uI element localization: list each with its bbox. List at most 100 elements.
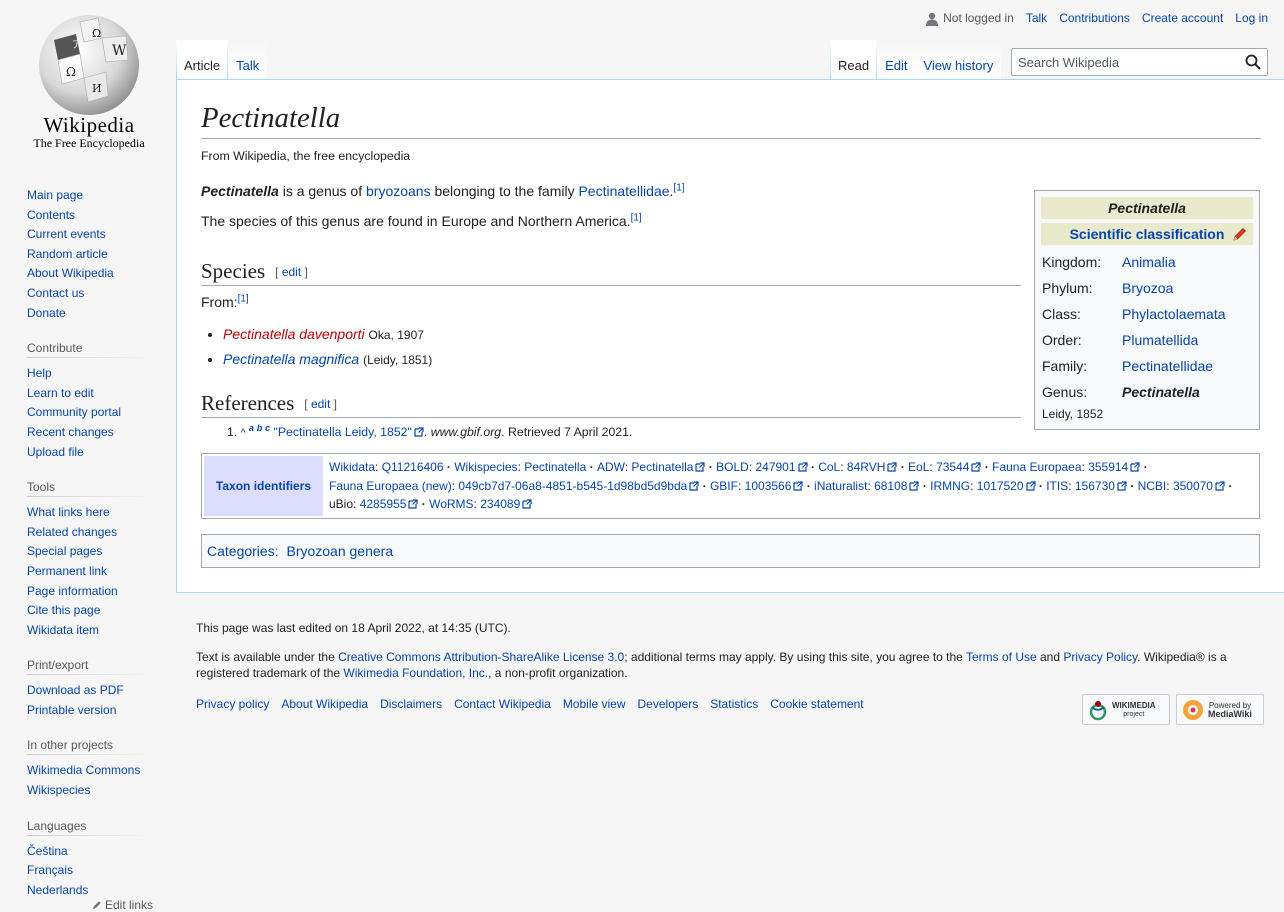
- tab-talk-label[interactable]: Talk: [236, 58, 259, 73]
- taxon-link-class[interactable]: Phylactolaemata: [1122, 306, 1226, 322]
- taxon-link-phylum[interactable]: Bryozoa: [1122, 280, 1173, 296]
- sidebar-item-learn-to-edit[interactable]: Learn to edit: [27, 386, 94, 400]
- edit-pencil-icon[interactable]: [1233, 227, 1247, 241]
- sidebar-item-about-wikipedia[interactable]: About Wikipedia: [27, 266, 114, 280]
- identifier-value-link[interactable]: 84RVH: [847, 460, 885, 474]
- language-link-czech[interactable]: Čeština: [27, 844, 68, 858]
- identifier-value-link[interactable]: 1003566: [745, 479, 792, 493]
- identifier-value-link[interactable]: 73544: [936, 460, 969, 474]
- identifier-source-link[interactable]: ITIS: [1046, 479, 1068, 493]
- categories-label[interactable]: Categories: [207, 543, 275, 559]
- identifier-value-link[interactable]: Pectinatella: [631, 460, 693, 474]
- sidebar-item-recent-changes[interactable]: Recent changes: [27, 425, 114, 439]
- personal-contributions-link[interactable]: Contributions: [1059, 11, 1130, 25]
- privacy-policy-inline-link[interactable]: Privacy Policy: [1063, 650, 1137, 664]
- identifier-source-link[interactable]: uBio: [329, 497, 353, 511]
- navbox-group-label[interactable]: Taxon identifiers: [204, 456, 323, 516]
- search-input[interactable]: [1012, 49, 1232, 75]
- personal-talk-link[interactable]: Talk: [1026, 11, 1047, 25]
- link-bryozoans[interactable]: bryozoans: [366, 183, 431, 199]
- wikimedia-foundation-link[interactable]: Wikimedia Foundation, Inc.: [343, 666, 488, 680]
- sidebar-item-contact-us[interactable]: Contact us: [27, 286, 84, 300]
- footer-link-cookie-statement[interactable]: Cookie statement: [770, 697, 863, 711]
- tab-read-label[interactable]: Read: [838, 58, 869, 73]
- log-in-link[interactable]: Log in: [1235, 11, 1268, 25]
- identifier-value-link[interactable]: Q11216406: [382, 460, 444, 474]
- identifier-value-link[interactable]: 1017520: [977, 479, 1024, 493]
- tab-read[interactable]: Read: [830, 40, 877, 80]
- identifier-value-link[interactable]: 355914: [1088, 460, 1128, 474]
- taxon-link-family[interactable]: Pectinatellidae: [1122, 358, 1213, 374]
- species-link-davenporti[interactable]: Pectinatella davenporti: [223, 326, 365, 342]
- tab-edit-label[interactable]: Edit: [885, 58, 907, 73]
- backlink-b[interactable]: b: [257, 423, 263, 433]
- link-pectinatellidae[interactable]: Pectinatellidae: [578, 183, 669, 199]
- identifier-source-link[interactable]: WoRMS: [429, 497, 473, 511]
- sidebar-item-what-links-here[interactable]: What links here: [27, 505, 110, 519]
- tab-view-history[interactable]: View history: [915, 40, 1002, 80]
- footer-link-developers[interactable]: Developers: [638, 697, 699, 711]
- wikimedia-project-badge[interactable]: WIKIMEDIA project: [1082, 694, 1170, 725]
- identifier-source-link[interactable]: NCBI: [1138, 479, 1167, 493]
- identifier-value-link[interactable]: 049cb7d7-06a8-4851-b545-1d98bd5d9bda: [458, 479, 687, 493]
- sidebar-item-main-page[interactable]: Main page: [27, 188, 83, 202]
- sidebar-item-printable-version[interactable]: Printable version: [27, 703, 116, 717]
- language-link-french[interactable]: Français: [27, 863, 73, 877]
- scientific-classification-link[interactable]: Scientific classification: [1070, 226, 1225, 242]
- tab-view-history-label[interactable]: View history: [923, 58, 993, 73]
- backlink-a[interactable]: a: [249, 423, 254, 433]
- citation-ref[interactable]: [1]: [631, 212, 642, 223]
- cc-license-link[interactable]: Creative Commons Attribution-ShareAlike …: [338, 650, 624, 664]
- identifier-source-link[interactable]: EoL: [908, 460, 929, 474]
- identifier-value-link[interactable]: 350070: [1173, 479, 1213, 493]
- edit-links[interactable]: Edit links: [27, 898, 153, 912]
- identifier-source-link[interactable]: ADW: [597, 460, 625, 474]
- citation-ref[interactable]: [1]: [673, 182, 684, 193]
- footer-link-about[interactable]: About Wikipedia: [281, 697, 368, 711]
- identifier-source-link[interactable]: Fauna Europaea (new): [329, 479, 452, 493]
- reference-external-link[interactable]: "Pectinatella Leidy, 1852": [273, 425, 424, 439]
- footer-link-disclaimers[interactable]: Disclaimers: [380, 697, 442, 711]
- sidebar-item-page-information[interactable]: Page information: [27, 584, 118, 598]
- language-link-dutch[interactable]: Nederlands: [27, 883, 88, 897]
- species-edit-link[interactable]: edit: [282, 265, 301, 279]
- identifier-source-link[interactable]: IRMNG: [930, 479, 970, 493]
- identifier-value-link[interactable]: 4285955: [360, 497, 407, 511]
- footer-link-privacy-policy[interactable]: Privacy policy: [196, 697, 269, 711]
- identifier-value-link[interactable]: 68108: [874, 479, 907, 493]
- sidebar-item-random-article[interactable]: Random article: [27, 247, 108, 261]
- identifier-source-link[interactable]: BOLD: [716, 460, 749, 474]
- references-edit-link[interactable]: edit: [311, 397, 330, 411]
- sidebar-item-permanent-link[interactable]: Permanent link: [27, 564, 107, 578]
- tab-article-label[interactable]: Article: [184, 58, 220, 73]
- identifier-value-link[interactable]: Pectinatella: [524, 460, 586, 474]
- sidebar-item-help[interactable]: Help: [27, 366, 52, 380]
- sidebar-item-download-pdf[interactable]: Download as PDF: [27, 683, 124, 697]
- footer-link-mobile-view[interactable]: Mobile view: [563, 697, 626, 711]
- tab-edit[interactable]: Edit: [877, 40, 916, 80]
- sidebar-item-cite-this-page[interactable]: Cite this page: [27, 603, 100, 617]
- citation-ref[interactable]: [1]: [238, 293, 249, 304]
- sidebar-item-donate[interactable]: Donate: [27, 306, 66, 320]
- tab-talk[interactable]: Talk: [228, 40, 268, 80]
- search-icon[interactable]: [1245, 54, 1261, 70]
- sidebar-item-related-changes[interactable]: Related changes: [27, 525, 117, 539]
- identifier-source-link[interactable]: Wikispecies: [454, 460, 517, 474]
- footer-link-statistics[interactable]: Statistics: [710, 697, 758, 711]
- identifier-source-link[interactable]: Fauna Europaea: [992, 460, 1081, 474]
- identifier-source-link[interactable]: GBIF: [710, 479, 738, 493]
- category-link[interactable]: Bryozoan genera: [286, 543, 393, 559]
- backlink-c[interactable]: c: [265, 423, 270, 433]
- sidebar-item-wikidata-item[interactable]: Wikidata item: [27, 623, 99, 637]
- tab-article[interactable]: Article: [176, 40, 228, 80]
- sidebar-item-current-events[interactable]: Current events: [27, 227, 106, 241]
- identifier-source-link[interactable]: Wikidata: [329, 460, 375, 474]
- identifier-source-link[interactable]: iNaturalist: [814, 479, 867, 493]
- identifier-value-link[interactable]: 247901: [755, 460, 795, 474]
- sidebar-item-community-portal[interactable]: Community portal: [27, 405, 121, 419]
- identifier-value-link[interactable]: 234089: [480, 497, 520, 511]
- footer-link-contact[interactable]: Contact Wikipedia: [454, 697, 551, 711]
- reference-title[interactable]: "Pectinatella Leidy, 1852": [273, 425, 411, 439]
- sidebar-item-special-pages[interactable]: Special pages: [27, 544, 102, 558]
- create-account-link[interactable]: Create account: [1142, 11, 1223, 25]
